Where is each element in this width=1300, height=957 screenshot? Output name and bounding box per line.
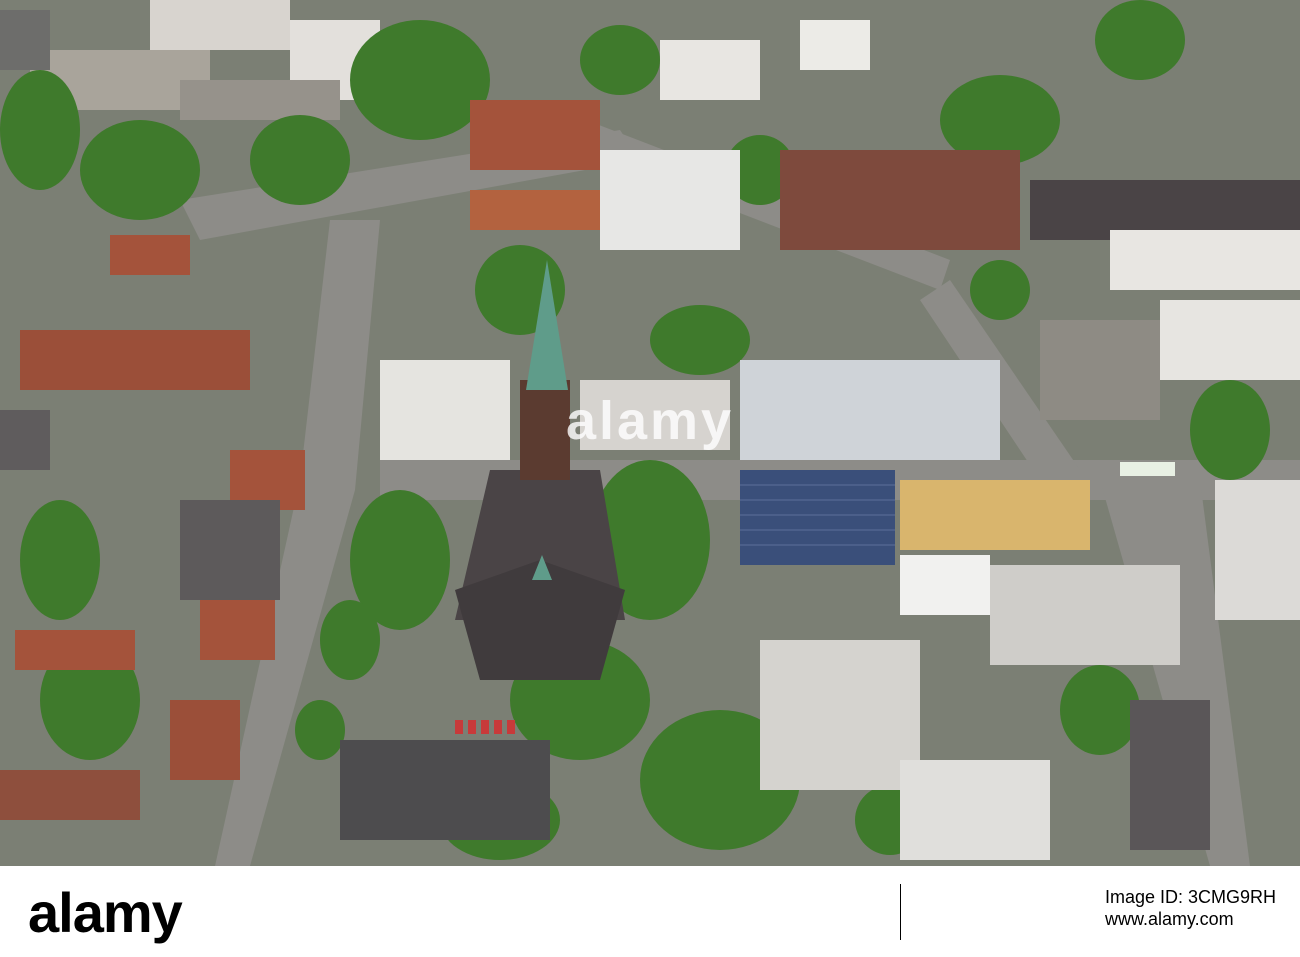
footer-divider — [900, 884, 901, 940]
image-id-label: Image ID: 3CMG9RH — [1104, 887, 1276, 907]
footer-logo[interactable]: alamy — [28, 880, 183, 945]
site-link[interactable]: www.alamy.com — [1105, 908, 1276, 930]
bus — [1120, 462, 1175, 476]
watermark-logo: alamy — [565, 391, 735, 451]
footer-bar: alamy Image ID: 3CMG9RH www.alamy.com — [0, 866, 1300, 957]
aerial-photo: alamy — [0, 0, 1300, 866]
footer-info: Image ID: 3CMG9RH www.alamy.com — [1105, 886, 1276, 930]
solar-panels — [740, 470, 895, 565]
